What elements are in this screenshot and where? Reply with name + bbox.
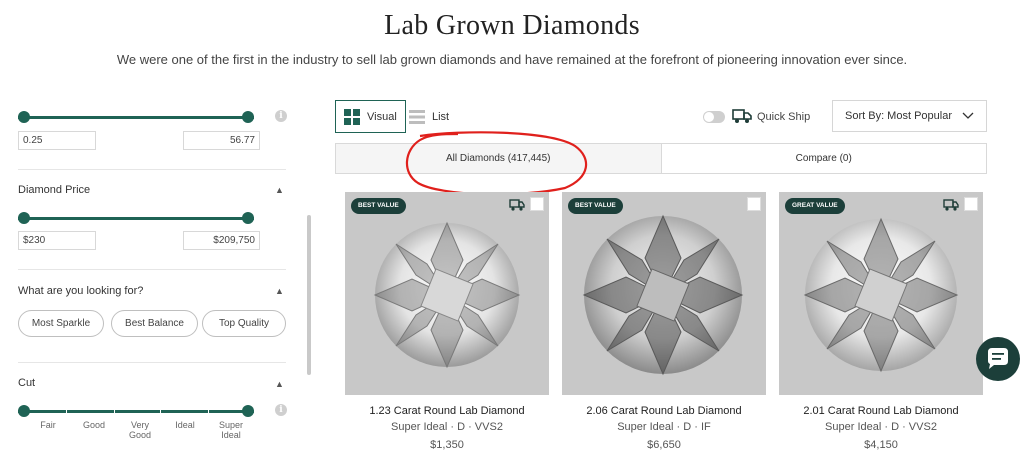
sort-dropdown[interactable]: Sort By: Most Popular — [832, 100, 987, 132]
cut-grade-label: Ideal — [175, 420, 195, 430]
chat-bubble-icon — [988, 348, 1008, 369]
most-sparkle-button[interactable]: Most Sparkle — [18, 310, 104, 337]
diamond-illustration — [582, 214, 744, 376]
cut-filter-title[interactable]: Cut — [18, 377, 35, 389]
chevron-up-icon[interactable]: ▲ — [275, 379, 284, 389]
carat-max-handle[interactable] — [242, 111, 254, 123]
product-name[interactable]: 2.01 Carat Round Lab Diamond — [779, 405, 983, 417]
cut-slider[interactable] — [18, 404, 254, 418]
page-title: Lab Grown Diamonds — [384, 10, 640, 41]
product-spec: Super Ideal · D · VVS2 — [391, 421, 503, 433]
value-badge: BEST VALUE — [351, 198, 406, 214]
price-max-input[interactable]: $209,750 — [183, 231, 260, 250]
looking-for-title[interactable]: What are you looking for? — [18, 285, 143, 297]
divider — [18, 362, 286, 363]
product-spec: Super Ideal · D · IF — [617, 421, 711, 433]
quick-ship-label[interactable]: Quick Ship — [757, 111, 810, 123]
chevron-up-icon[interactable]: ▲ — [275, 286, 284, 296]
compare-checkbox[interactable] — [964, 197, 978, 211]
chevron-up-icon[interactable]: ▲ — [275, 185, 284, 195]
list-view-label: List — [432, 110, 450, 123]
diamond-illustration — [803, 217, 959, 373]
price-slider[interactable] — [18, 211, 254, 225]
truck-icon — [732, 109, 752, 123]
best-balance-button[interactable]: Best Balance — [111, 310, 198, 337]
price-filter-title[interactable]: Diamond Price — [18, 184, 90, 196]
price-max-handle[interactable] — [242, 212, 254, 224]
info-icon[interactable]: i — [275, 404, 287, 416]
cut-grade-label: Super Ideal — [218, 420, 244, 440]
tab-compare[interactable]: Compare (0) — [662, 144, 987, 173]
cut-grade-label: Fair — [40, 420, 56, 430]
carat-max-input[interactable]: 56.77 — [183, 131, 260, 150]
value-badge: GREAT VALUE — [785, 198, 845, 214]
diamond-image[interactable]: GREAT VALUE — [779, 192, 983, 395]
diamond-image[interactable]: BEST VALUE — [562, 192, 766, 395]
price-min-handle[interactable] — [18, 212, 30, 224]
compare-checkbox[interactable] — [530, 197, 544, 211]
cut-max-handle[interactable] — [242, 405, 254, 417]
product-name[interactable]: 1.23 Carat Round Lab Diamond — [345, 405, 549, 417]
grid-icon — [344, 108, 360, 125]
carat-min-handle[interactable] — [18, 111, 30, 123]
info-icon[interactable]: i — [275, 110, 287, 122]
product-card[interactable]: BEST VALUE 1.23 Carat Round Lab Diamond … — [345, 192, 549, 451]
product-card[interactable]: GREAT VALUE 2.01 Carat Round Lab Diamond… — [779, 192, 983, 451]
quick-ship-toggle[interactable] — [703, 111, 725, 123]
product-card[interactable]: BEST VALUE 2.06 Carat Round Lab Diamond … — [562, 192, 766, 451]
cut-min-handle[interactable] — [18, 405, 30, 417]
value-badge: BEST VALUE — [568, 198, 623, 214]
cut-grade-label: Very Good — [128, 420, 152, 440]
visual-view-button[interactable]: Visual — [335, 100, 406, 133]
filter-sidebar: i 0.25 56.77 Diamond Price ▲ $230 $209,7… — [18, 100, 290, 453]
product-price: $6,650 — [647, 439, 681, 451]
sidebar-scrollbar[interactable] — [307, 215, 311, 375]
top-quality-button[interactable]: Top Quality — [202, 310, 286, 337]
sort-label: Sort By: Most Popular — [845, 110, 952, 122]
truck-icon — [943, 199, 959, 211]
diamond-image[interactable]: BEST VALUE — [345, 192, 549, 395]
chevron-down-icon — [962, 112, 974, 119]
product-name[interactable]: 2.06 Carat Round Lab Diamond — [562, 405, 766, 417]
diamond-illustration — [373, 221, 521, 369]
list-icon — [409, 109, 425, 124]
price-min-input[interactable]: $230 — [18, 231, 96, 250]
truck-icon — [509, 199, 525, 211]
carat-slider[interactable] — [18, 110, 254, 124]
page-subtitle: We were one of the first in the industry… — [116, 52, 908, 67]
compare-checkbox[interactable] — [747, 197, 761, 211]
cut-grade-label: Good — [82, 420, 106, 430]
red-annotation-circle — [405, 131, 588, 196]
product-price: $1,350 — [430, 439, 464, 451]
divider — [18, 269, 286, 270]
chat-button[interactable] — [976, 337, 1020, 381]
carat-min-input[interactable]: 0.25 — [18, 131, 96, 150]
divider — [18, 169, 286, 170]
product-price: $4,150 — [864, 439, 898, 451]
visual-view-label: Visual — [367, 110, 397, 123]
product-spec: Super Ideal · D · VVS2 — [825, 421, 937, 433]
